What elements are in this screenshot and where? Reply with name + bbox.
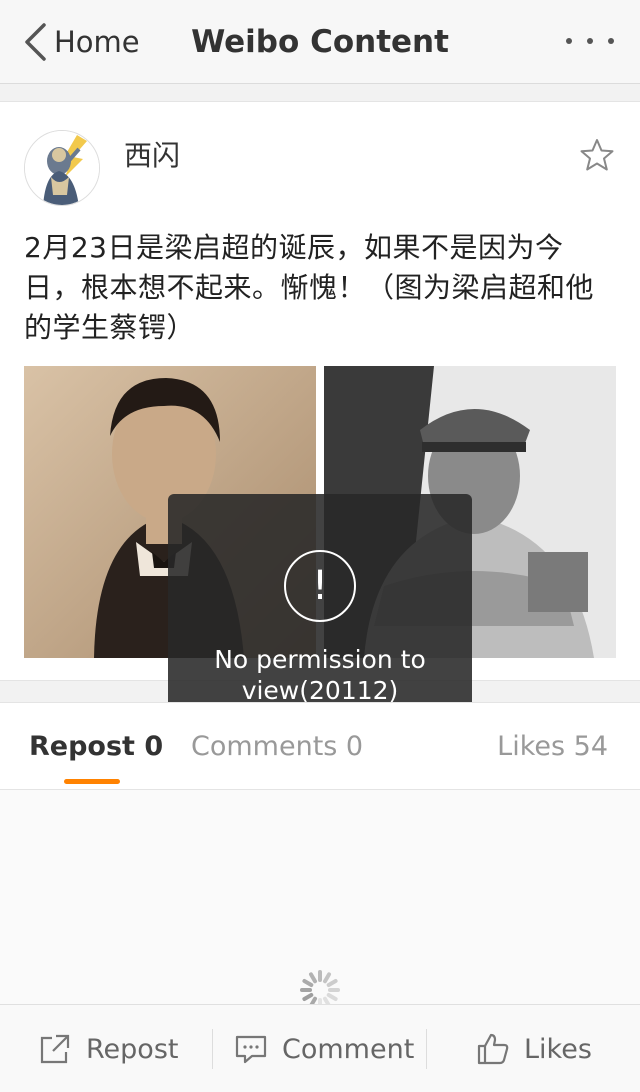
alert-icon: !: [284, 550, 356, 622]
active-tab-indicator: [64, 779, 120, 784]
username[interactable]: 西闪: [124, 134, 180, 174]
tab-comments[interactable]: Comments 0: [191, 731, 363, 762]
toast-message: No permission to view(20112): [214, 645, 426, 705]
nav-bar: Home Weibo Content: [0, 0, 640, 84]
share-icon: [40, 1034, 70, 1064]
comment-label: Comment: [282, 1033, 415, 1065]
likes-button[interactable]: Likes: [476, 1005, 592, 1092]
comment-button[interactable]: Comment: [234, 1005, 414, 1092]
likes-label: Likes: [524, 1033, 592, 1065]
repost-label: Repost: [86, 1033, 179, 1065]
post-card: 西闪 2月23日是梁启超的诞辰，如果不是因为今日，根本想不起来。惭愧！（图为梁启…: [0, 101, 640, 758]
more-dots-icon: [566, 38, 572, 44]
star-icon[interactable]: [580, 138, 614, 172]
interaction-tabs: Repost 0 Comments 0 Likes 54: [0, 702, 640, 790]
tab-content: [0, 790, 640, 1010]
tab-repost[interactable]: Repost 0: [29, 731, 163, 762]
more-button[interactable]: [566, 26, 614, 56]
comment-icon: [235, 1035, 267, 1064]
bottom-action-bar: Repost Comment Likes: [0, 1004, 640, 1092]
avatar-image: [25, 131, 99, 205]
divider: [212, 1029, 213, 1069]
back-button[interactable]: Home: [22, 20, 140, 64]
tab-likes[interactable]: Likes 54: [497, 731, 608, 762]
thumbs-up-icon: [477, 1033, 509, 1065]
avatar[interactable]: [24, 130, 100, 206]
divider: [426, 1029, 427, 1069]
repost-button[interactable]: Repost: [38, 1005, 178, 1092]
back-label: Home: [54, 25, 140, 59]
post-text: 2月23日是梁启超的诞辰，如果不是因为今日，根本想不起来。惭愧！（图为梁启超和他…: [24, 231, 595, 344]
chevron-left-icon: [25, 23, 46, 61]
